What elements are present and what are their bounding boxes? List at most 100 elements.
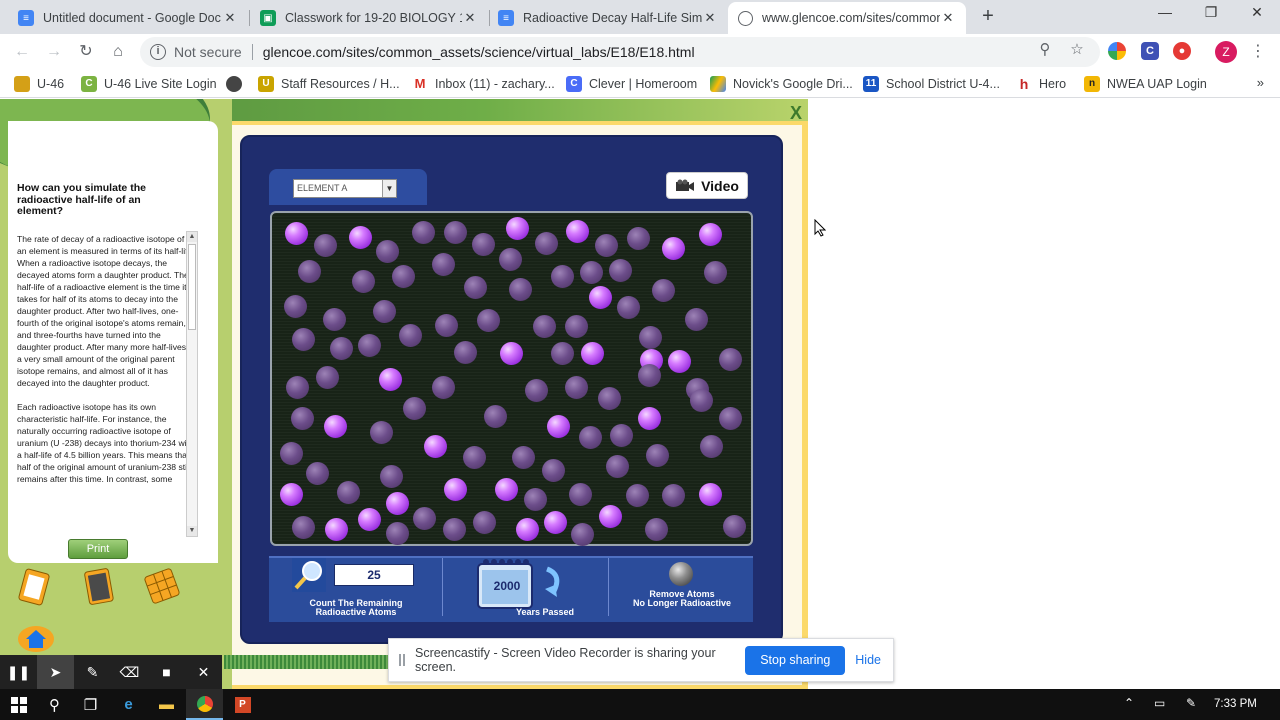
close-icon[interactable]: ✕ xyxy=(462,10,478,26)
radioactive-atom[interactable] xyxy=(581,342,604,365)
decayed-atom[interactable] xyxy=(316,366,339,389)
radioactive-atom[interactable] xyxy=(662,237,685,260)
bookmark-clever[interactable]: C Clever | Homeroom xyxy=(566,75,697,93)
decayed-atom[interactable] xyxy=(627,227,650,250)
decayed-atom[interactable] xyxy=(610,424,633,447)
radioactive-atom[interactable] xyxy=(324,415,347,438)
decayed-atom[interactable] xyxy=(700,435,723,458)
battery-icon[interactable]: ▭ xyxy=(1154,696,1165,710)
file-explorer-icon[interactable]: ▬ xyxy=(148,689,185,720)
bookmark-live-site[interactable]: C U-46 Live Site Login xyxy=(81,75,217,93)
reload-button[interactable]: ↻ xyxy=(75,41,97,63)
radioactive-atom[interactable] xyxy=(500,342,523,365)
remove-atoms-button[interactable] xyxy=(669,562,693,586)
chevron-down-icon[interactable]: ▼ xyxy=(382,180,396,197)
decayed-atom[interactable] xyxy=(704,261,727,284)
radioactive-atom[interactable] xyxy=(280,483,303,506)
decayed-atom[interactable] xyxy=(723,515,746,538)
calculator-icon[interactable] xyxy=(75,567,121,607)
radioactive-atom[interactable] xyxy=(699,483,722,506)
radioactive-atom[interactable] xyxy=(547,415,570,438)
decayed-atom[interactable] xyxy=(571,523,594,546)
decayed-atom[interactable] xyxy=(646,444,669,467)
decayed-atom[interactable] xyxy=(399,324,422,347)
decayed-atom[interactable] xyxy=(606,455,629,478)
bookmark-nwea[interactable]: n NWEA UAP Login xyxy=(1084,75,1207,93)
eraser-icon[interactable]: ⌫ xyxy=(111,655,148,689)
radioactive-atom[interactable] xyxy=(566,220,589,243)
decayed-atom[interactable] xyxy=(525,379,548,402)
decayed-atom[interactable] xyxy=(376,240,399,263)
remaining-atoms-count[interactable]: 25 xyxy=(334,564,414,586)
scroll-down-icon[interactable]: ▼ xyxy=(187,526,197,536)
radioactive-atom[interactable] xyxy=(325,518,348,541)
bookmark-star-icon[interactable]: ☆ xyxy=(1068,41,1086,59)
radioactive-atom[interactable] xyxy=(599,505,622,528)
decayed-atom[interactable] xyxy=(639,326,662,349)
tab-classroom[interactable]: ▣ Classwork for 19-20 BIOLOGY 1- ✕ xyxy=(250,2,488,34)
decayed-atom[interactable] xyxy=(638,364,661,387)
scroll-thumb[interactable] xyxy=(188,244,196,330)
decayed-atom[interactable] xyxy=(464,276,487,299)
close-icon[interactable]: ✕ xyxy=(940,10,956,26)
decayed-atom[interactable] xyxy=(444,221,467,244)
advance-time-icon[interactable] xyxy=(541,565,567,599)
description-scrollbar[interactable]: ▲ ▼ xyxy=(186,231,198,537)
decayed-atom[interactable] xyxy=(392,265,415,288)
bookmark-hero[interactable]: h Hero xyxy=(1016,75,1066,93)
clock[interactable]: 7:33 PM xyxy=(1214,698,1257,710)
powerpoint-icon[interactable]: P xyxy=(224,689,261,720)
decayed-atom[interactable] xyxy=(509,278,532,301)
tab-glencoe[interactable]: www.glencoe.com/sites/common ✕ xyxy=(728,2,966,34)
decayed-atom[interactable] xyxy=(386,522,409,545)
decayed-atom[interactable] xyxy=(685,308,708,331)
cursor-icon[interactable]: ➤ xyxy=(37,655,74,689)
scroll-up-icon[interactable]: ▲ xyxy=(187,232,197,242)
decayed-atom[interactable] xyxy=(352,270,375,293)
tab-google-doc[interactable]: ≡ Untitled document - Google Doc ✕ xyxy=(8,2,248,34)
radioactive-atom[interactable] xyxy=(506,217,529,240)
data-table-icon[interactable] xyxy=(138,567,184,607)
decayed-atom[interactable] xyxy=(412,221,435,244)
window-close-button[interactable]: ✕ xyxy=(1234,4,1280,26)
bookmarks-overflow-icon[interactable]: » xyxy=(1257,75,1264,90)
radioactive-atom[interactable] xyxy=(386,492,409,515)
bookmark-inbox[interactable]: M Inbox (11) - zachary... xyxy=(412,75,555,93)
decayed-atom[interactable] xyxy=(662,484,685,507)
decayed-atom[interactable] xyxy=(626,484,649,507)
radioactive-atom[interactable] xyxy=(285,222,308,245)
decayed-atom[interactable] xyxy=(370,421,393,444)
pen-icon[interactable]: ✎ xyxy=(74,655,111,689)
decayed-atom[interactable] xyxy=(565,376,588,399)
bookmark-staff-resources[interactable]: U Staff Resources / H... xyxy=(258,75,400,93)
home-button[interactable]: ⌂ xyxy=(107,41,129,63)
decayed-atom[interactable] xyxy=(484,405,507,428)
decayed-atom[interactable] xyxy=(690,389,713,412)
radioactive-atom[interactable] xyxy=(544,511,567,534)
decayed-atom[interactable] xyxy=(373,300,396,323)
decayed-atom[interactable] xyxy=(652,279,675,302)
bookmark-drive[interactable]: Novick's Google Dri... xyxy=(710,75,853,93)
bookmark-school-district[interactable]: 11 School District U-4... xyxy=(863,75,1000,93)
decayed-atom[interactable] xyxy=(551,265,574,288)
decayed-atom[interactable] xyxy=(579,426,602,449)
menu-icon[interactable]: ⋮ xyxy=(1250,42,1266,64)
decayed-atom[interactable] xyxy=(323,308,346,331)
radioactive-atom[interactable] xyxy=(668,350,691,373)
task-view-icon[interactable]: ❐ xyxy=(72,689,109,720)
decayed-atom[interactable] xyxy=(284,295,307,318)
search-icon[interactable]: ⚲ xyxy=(36,689,73,720)
decayed-atom[interactable] xyxy=(435,314,458,337)
info-icon[interactable]: i xyxy=(150,44,166,60)
hide-button[interactable]: Hide xyxy=(855,653,881,667)
decayed-atom[interactable] xyxy=(499,248,522,271)
radioactive-atom[interactable] xyxy=(638,407,661,430)
restore-button[interactable]: ❐ xyxy=(1188,4,1234,26)
decayed-atom[interactable] xyxy=(443,518,466,541)
chrome-extension-icon[interactable] xyxy=(1108,42,1126,60)
decayed-atom[interactable] xyxy=(512,446,535,469)
radioactive-atom[interactable] xyxy=(424,435,447,458)
lab-close-button[interactable]: X xyxy=(788,104,804,122)
decayed-atom[interactable] xyxy=(413,507,436,530)
radioactive-atom[interactable] xyxy=(444,478,467,501)
